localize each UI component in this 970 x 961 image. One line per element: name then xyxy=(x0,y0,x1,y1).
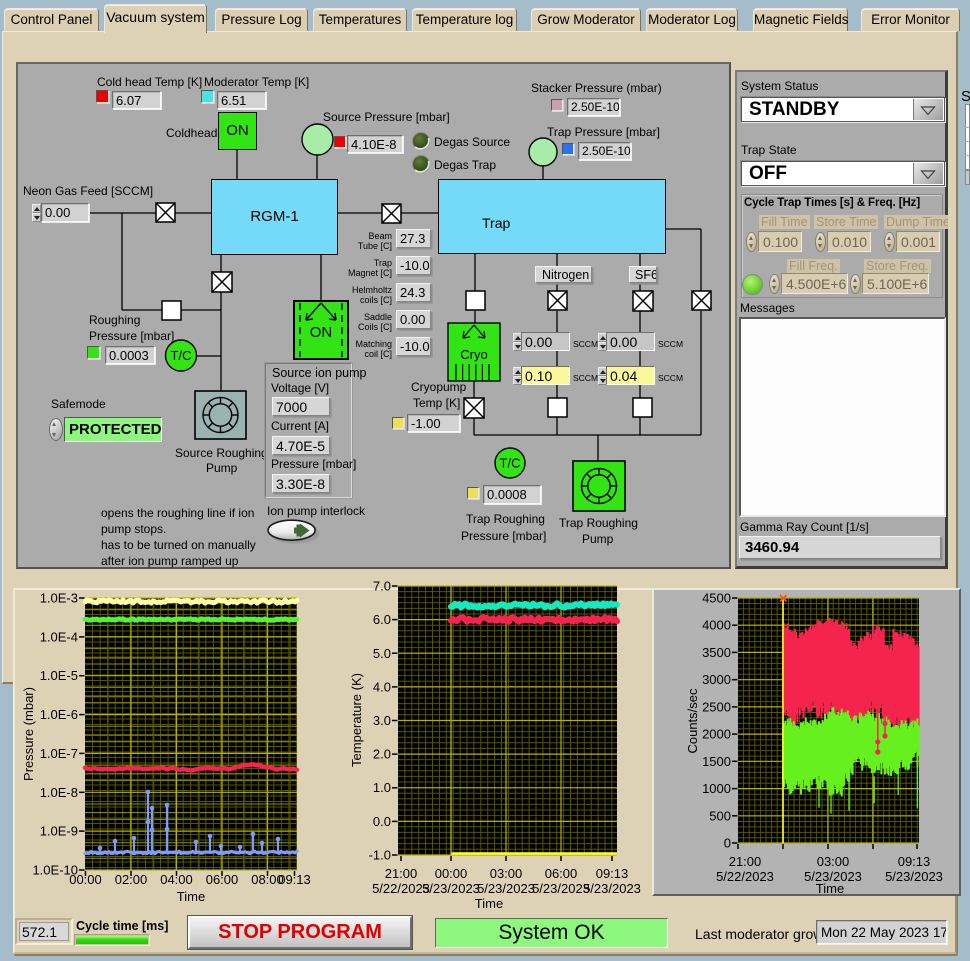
svg-text:5/23/2023: 5/23/2023 xyxy=(885,869,943,884)
svg-text:1.0: 1.0 xyxy=(373,780,391,795)
svg-text:21:00: 21:00 xyxy=(385,866,418,881)
svg-text:5/23/2023: 5/23/2023 xyxy=(583,881,641,896)
svg-text:09:13: 09:13 xyxy=(278,872,311,887)
svg-text:00:00: 00:00 xyxy=(69,872,102,887)
svg-text:500: 500 xyxy=(709,808,731,823)
svg-text:1000: 1000 xyxy=(702,781,731,796)
svg-text:3000: 3000 xyxy=(702,672,731,687)
svg-text:21:00: 21:00 xyxy=(729,854,762,869)
svg-text:1.0E-4: 1.0E-4 xyxy=(40,629,78,644)
svg-text:09:13: 09:13 xyxy=(898,854,931,869)
svg-text:Time: Time xyxy=(177,889,205,904)
svg-text:0: 0 xyxy=(724,836,731,851)
svg-text:4000: 4000 xyxy=(702,618,731,633)
svg-text:1.0E-8: 1.0E-8 xyxy=(40,785,78,800)
svg-text:Time: Time xyxy=(816,881,844,896)
svg-text:2500: 2500 xyxy=(702,699,731,714)
svg-text:3.0: 3.0 xyxy=(373,713,391,728)
svg-text:1.0E-7: 1.0E-7 xyxy=(40,746,78,761)
svg-text:4.0: 4.0 xyxy=(373,679,391,694)
svg-text:03:00: 03:00 xyxy=(817,854,850,869)
svg-text:06:00: 06:00 xyxy=(545,866,578,881)
svg-text:2.0: 2.0 xyxy=(373,747,391,762)
svg-text:02:00: 02:00 xyxy=(115,872,148,887)
svg-text:-1.0: -1.0 xyxy=(369,848,391,863)
svg-text:Counts/sec: Counts/sec xyxy=(685,688,700,754)
svg-text:03:00: 03:00 xyxy=(490,866,523,881)
svg-text:2000: 2000 xyxy=(702,727,731,742)
svg-text:1.0E-6: 1.0E-6 xyxy=(40,707,78,722)
svg-text:5.0: 5.0 xyxy=(373,646,391,661)
svg-text:7.0: 7.0 xyxy=(373,579,391,594)
svg-text:1500: 1500 xyxy=(702,754,731,769)
svg-text:1.0E-5: 1.0E-5 xyxy=(40,668,78,683)
svg-text:5/22/2023: 5/22/2023 xyxy=(716,869,774,884)
svg-text:5/23/2023: 5/23/2023 xyxy=(422,881,480,896)
svg-text:1.0E-3: 1.0E-3 xyxy=(40,591,78,606)
svg-text:0.0: 0.0 xyxy=(373,814,391,829)
svg-text:5/23/2023: 5/23/2023 xyxy=(477,881,535,896)
svg-text:1.0E-9: 1.0E-9 xyxy=(40,824,78,839)
svg-text:06:00: 06:00 xyxy=(206,872,239,887)
svg-text:00:00: 00:00 xyxy=(435,866,468,881)
svg-text:04:00: 04:00 xyxy=(160,872,193,887)
svg-text:Temperature (K): Temperature (K) xyxy=(349,673,364,767)
svg-text:09:13: 09:13 xyxy=(596,866,629,881)
svg-text:Pressure (mbar): Pressure (mbar) xyxy=(21,687,36,781)
svg-text:3500: 3500 xyxy=(702,645,731,660)
svg-text:Time: Time xyxy=(475,896,503,911)
svg-text:5/23/2023: 5/23/2023 xyxy=(532,881,590,896)
svg-text:6.0: 6.0 xyxy=(373,612,391,627)
svg-text:4500: 4500 xyxy=(702,591,731,606)
